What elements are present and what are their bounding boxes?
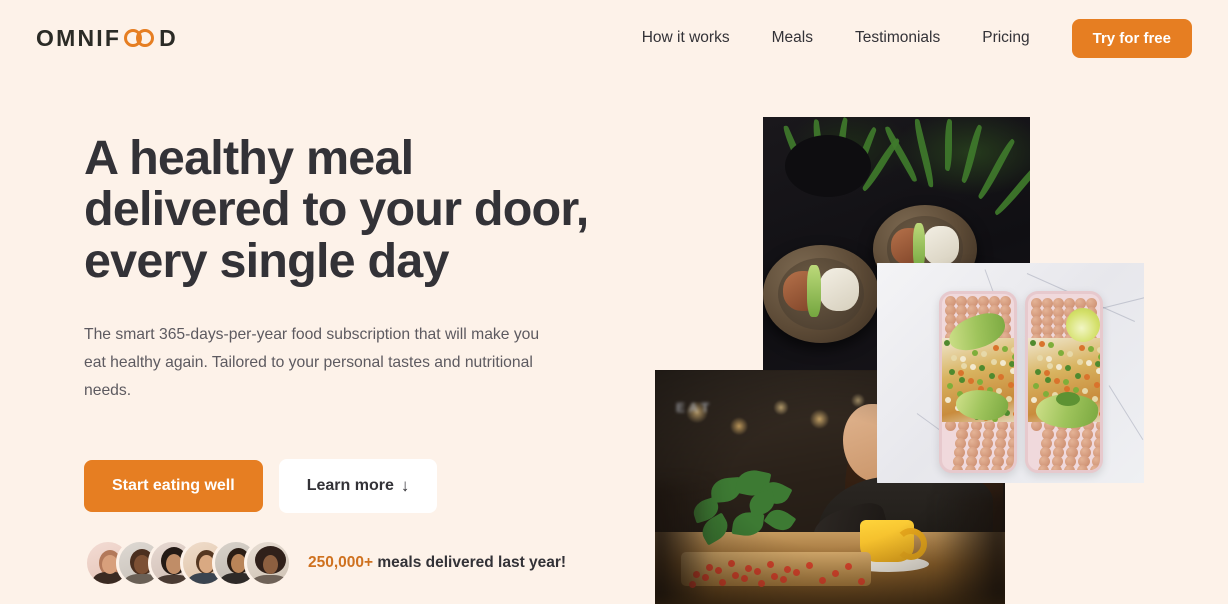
learn-more-label: Learn more — [306, 477, 394, 495]
site-header: OMNIF D How it works Meals Testimonials … — [0, 0, 1228, 76]
neon-sign: EAT — [676, 400, 714, 416]
logo[interactable]: OMNIF D — [36, 25, 178, 52]
start-eating-well-button[interactable]: Start eating well — [84, 460, 263, 513]
learn-more-button[interactable]: Learn more ↓ — [278, 459, 438, 514]
avatar — [244, 539, 292, 587]
hero-headline: A healthy meal delivered to your door, e… — [84, 131, 589, 288]
bowls-on-dark-table-image — [763, 117, 1030, 370]
meals-count: 250,000+ — [308, 554, 374, 571]
main-navigation: How it works Meals Testimonials Pricing … — [621, 18, 1192, 58]
woman-eating-at-restaurant-image: EAT — [655, 370, 1005, 604]
hero-description: The smart 365-days-per-year food subscri… — [84, 326, 540, 400]
infinity-icon — [124, 28, 155, 48]
meal-prep-boxes-on-marble-image — [877, 263, 1144, 483]
hero-content: A healthy meal delivered to your door, e… — [84, 131, 604, 514]
try-for-free-button[interactable]: Try for free — [1071, 18, 1192, 58]
customer-avatars — [84, 539, 292, 587]
nav-item-how-it-works[interactable]: How it works — [621, 29, 751, 47]
nav-item-meals[interactable]: Meals — [751, 29, 834, 47]
arrow-down-icon: ↓ — [400, 476, 410, 496]
logo-text-prefix: OMNIF — [36, 24, 122, 51]
nav-item-testimonials[interactable]: Testimonials — [834, 29, 961, 47]
delivered-count-text: 250,000+ meals delivered last year! — [308, 554, 566, 572]
meals-count-label: meals delivered last year! — [373, 554, 567, 571]
hero-cta-group: Start eating well Learn more ↓ — [84, 459, 604, 514]
nav-item-pricing[interactable]: Pricing — [961, 29, 1050, 47]
social-proof: 250,000+ meals delivered last year! — [84, 539, 566, 587]
logo-text-suffix: D — [159, 24, 178, 51]
